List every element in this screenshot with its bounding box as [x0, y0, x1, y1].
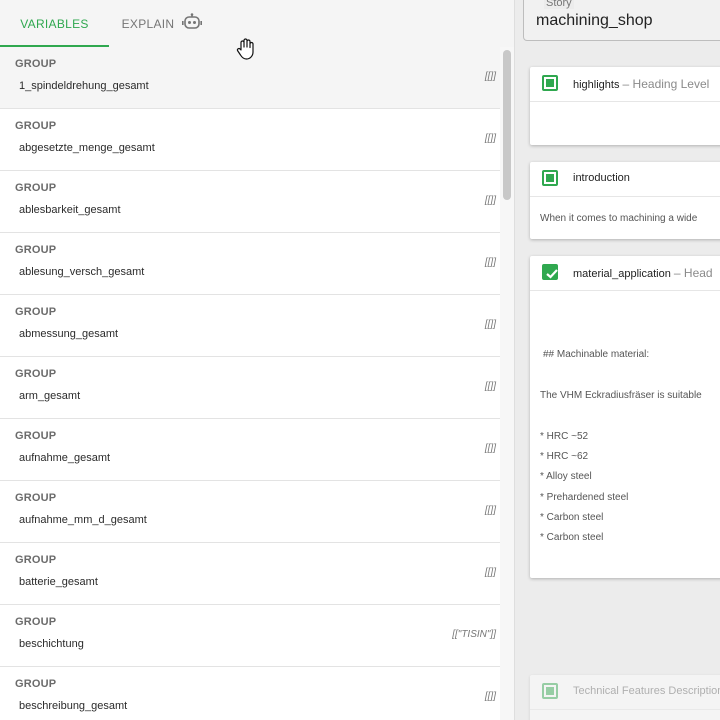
- card-title: material_application – Head: [573, 266, 713, 280]
- variable-row[interactable]: GROUP arm_gesamt [[]]: [0, 357, 500, 419]
- variable-row[interactable]: GROUP batterie_gesamt [[]]: [0, 543, 500, 605]
- card-subtitle: – Head: [673, 266, 713, 280]
- story-panel: Story machining_shop highlights – Headin…: [515, 0, 720, 720]
- card-subtitle: – Heading Level: [622, 77, 710, 91]
- variable-type: GROUP: [15, 492, 57, 504]
- card-title: introduction: [573, 172, 630, 184]
- variable-row[interactable]: GROUP abmessung_gesamt [[]]: [0, 295, 500, 357]
- variable-row[interactable]: GROUP abgesetzte_menge_gesamt [[]]: [0, 109, 500, 171]
- card-body-line: * HRC ~62: [540, 451, 589, 462]
- variable-row[interactable]: GROUP aufnahme_mm_d_gesamt [[]]: [0, 481, 500, 543]
- story-card-material-application[interactable]: material_application – Head ## Machinabl…: [530, 256, 720, 578]
- variable-name: 1_spindeldrehung_gesamt: [19, 80, 149, 92]
- variable-name: arm_gesamt: [19, 390, 81, 402]
- story-field[interactable]: Story machining_shop: [523, 0, 720, 41]
- card-title: highlights – Heading Level: [573, 77, 709, 91]
- robot-icon: [182, 13, 203, 34]
- story-card-highlights[interactable]: highlights – Heading Level: [530, 67, 720, 145]
- variable-value: [[]]: [484, 691, 496, 702]
- variable-name: ablesung_versch_gesamt: [19, 266, 145, 278]
- tab-variables[interactable]: VARIABLES: [0, 0, 109, 47]
- card-title: Technical Features Description: [573, 685, 720, 697]
- card-header: introduction: [530, 162, 720, 197]
- scrollbar-thumb[interactable]: [503, 50, 511, 200]
- card-body-line: * Prehardened steel: [540, 492, 629, 503]
- variable-value: [[]]: [484, 567, 496, 578]
- variable-value: [["TISIN"]]: [452, 629, 496, 640]
- variable-type: GROUP: [15, 306, 57, 318]
- checkbox-icon[interactable]: [542, 75, 558, 91]
- checkbox-icon[interactable]: [542, 683, 558, 699]
- variable-name: aufnahme_gesamt: [19, 452, 111, 464]
- variable-name: beschreibung_gesamt: [19, 700, 128, 712]
- variable-type: GROUP: [15, 58, 57, 70]
- variable-row[interactable]: GROUP beschreibung_gesamt [[]]: [0, 667, 500, 720]
- story-card-technical[interactable]: Technical Features Description: [530, 675, 720, 720]
- tab-explain-label: EXPLAIN: [121, 16, 175, 31]
- variable-value: [[]]: [484, 505, 496, 516]
- card-body-line: * Carbon steel: [540, 512, 604, 523]
- variable-name: aufnahme_mm_d_gesamt: [19, 514, 147, 526]
- hand-cursor-icon: [236, 38, 256, 65]
- variable-row[interactable]: GROUP ablesbarkeit_gesamt [[]]: [0, 171, 500, 233]
- variable-name: abmessung_gesamt: [19, 328, 119, 340]
- variable-type: GROUP: [15, 182, 57, 194]
- checkbox-icon[interactable]: [542, 170, 558, 186]
- checkbox-icon[interactable]: [542, 264, 558, 280]
- tab-bar: VARIABLES EXPLAIN: [0, 0, 514, 47]
- card-title-text: material_application: [573, 268, 671, 280]
- variable-row[interactable]: GROUP ablesung_versch_gesamt [[]]: [0, 233, 500, 295]
- variable-value: [[]]: [484, 443, 496, 454]
- variable-value: [[]]: [484, 71, 496, 82]
- variable-value: [[]]: [484, 381, 496, 392]
- tab-explain[interactable]: EXPLAIN: [112, 0, 212, 47]
- card-header: highlights – Heading Level: [530, 67, 720, 102]
- variable-name: batterie_gesamt: [19, 576, 98, 588]
- variable-name: beschichtung: [19, 638, 84, 650]
- variable-value: [[]]: [484, 195, 496, 206]
- tab-variables-label: VARIABLES: [20, 16, 89, 31]
- variable-row[interactable]: GROUP aufnahme_gesamt [[]]: [0, 419, 500, 481]
- variable-type: GROUP: [15, 368, 57, 380]
- card-body-line: * Carbon steel: [540, 532, 604, 543]
- variable-type: GROUP: [15, 678, 57, 690]
- card-body-line: * HRC ~52: [540, 431, 589, 442]
- variables-list[interactable]: GROUP 1_spindeldrehung_gesamt [[]] GROUP…: [0, 47, 500, 720]
- card-body-text: When it comes to machining a wide: [540, 213, 698, 224]
- variable-value: [[]]: [484, 257, 496, 268]
- variable-type: GROUP: [15, 554, 57, 566]
- variable-type: GROUP: [15, 120, 57, 132]
- variable-name: abgesetzte_menge_gesamt: [19, 142, 155, 154]
- variable-type: GROUP: [15, 244, 57, 256]
- card-body-line: ## Machinable material:: [543, 349, 650, 360]
- variable-value: [[]]: [484, 133, 496, 144]
- variables-panel: VARIABLES EXPLAIN GROUP 1_spindeldrehung…: [0, 0, 514, 720]
- variable-type: GROUP: [15, 616, 57, 628]
- card-body-line: * Alloy steel: [540, 471, 592, 482]
- card-header: material_application – Head: [530, 256, 720, 291]
- variable-type: GROUP: [15, 430, 57, 442]
- story-card-introduction[interactable]: introduction When it comes to machining …: [530, 162, 720, 239]
- story-field-label: Story: [544, 0, 574, 9]
- card-body-line: The VHM Eckradiusfräser is suitable: [540, 390, 702, 401]
- variable-name: ablesbarkeit_gesamt: [19, 204, 121, 216]
- card-header: Technical Features Description: [530, 675, 720, 710]
- story-field-value: machining_shop: [536, 12, 653, 29]
- card-title-text: highlights: [573, 79, 620, 91]
- variable-row[interactable]: GROUP beschichtung [["TISIN"]]: [0, 605, 500, 667]
- variable-value: [[]]: [484, 319, 496, 330]
